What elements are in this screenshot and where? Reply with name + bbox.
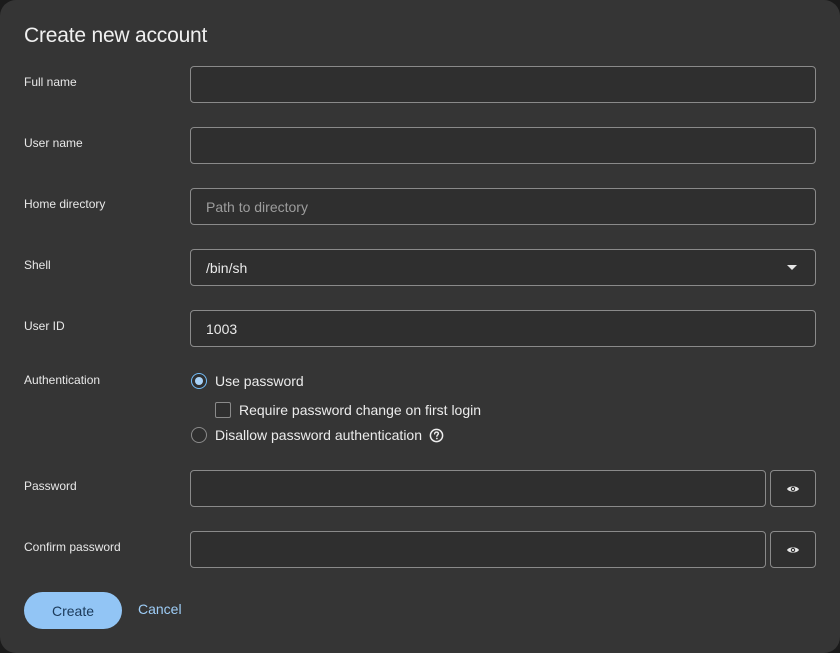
home-directory-placeholder: Path to directory [206,198,308,215]
home-directory-input[interactable]: Path to directory [190,188,816,225]
use-password-label[interactable]: Use password [215,373,304,389]
eye-icon [787,546,799,553]
home-directory-label: Home directory [24,197,106,211]
user-name-input[interactable] [190,127,816,164]
full-name-input[interactable] [190,66,816,103]
question-circle-icon[interactable] [429,428,444,443]
disallow-password-label[interactable]: Disallow password authentication [215,427,422,443]
shell-select[interactable]: /bin/sh [190,249,816,286]
confirm-password-input[interactable] [190,531,766,568]
require-password-change-label[interactable]: Require password change on first login [239,402,481,418]
cancel-button[interactable]: Cancel [138,601,182,617]
authentication-label: Authentication [24,373,101,387]
user-id-input[interactable]: 1003 [190,310,816,347]
password-input[interactable] [190,470,766,507]
require-password-change-checkbox[interactable] [215,402,231,418]
use-password-radio[interactable] [191,373,207,389]
caret-down-icon [787,265,797,270]
shell-selected-value: /bin/sh [206,259,248,276]
password-label: Password [24,479,77,493]
dialog-title: Create new account [24,24,208,47]
create-button[interactable]: Create [24,592,122,629]
shell-label: Shell [24,258,51,272]
show-password-button[interactable] [770,470,816,507]
eye-icon [787,485,799,492]
confirm-password-label: Confirm password [24,540,121,554]
create-account-dialog: Create new account Full name User name H… [0,0,840,653]
user-name-label: User name [24,136,83,150]
user-id-value: 1003 [206,320,238,337]
show-confirm-password-button[interactable] [770,531,816,568]
full-name-label: Full name [24,75,77,89]
user-id-label: User ID [24,319,65,333]
disallow-password-radio[interactable] [191,427,207,443]
